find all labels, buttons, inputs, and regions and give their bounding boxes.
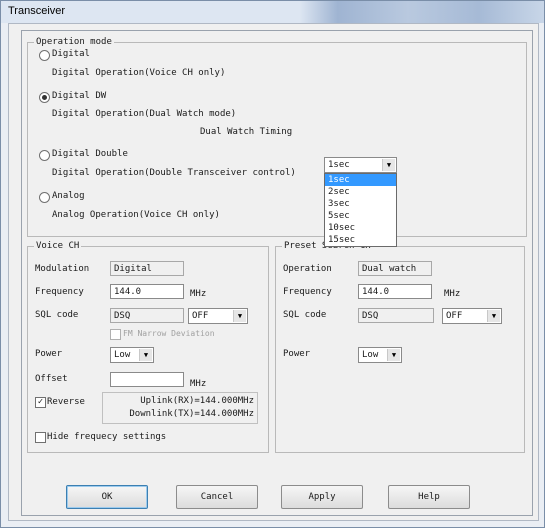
reverse-checkbox[interactable]: ✓: [35, 397, 46, 408]
operation-mode-group: Operation mode Digital Digital Operation…: [27, 37, 527, 237]
title-bar[interactable]: Transceiver: [1, 1, 544, 23]
fm-narrow-label: FM Narrow Deviation: [123, 329, 215, 338]
preset-frequency-unit: MHz: [444, 289, 461, 299]
preset-power-label: Power: [283, 349, 311, 359]
dual-watch-timing-select[interactable]: 1sec ▼: [324, 157, 397, 173]
modulation-label: Modulation: [35, 264, 90, 274]
dropdown-option[interactable]: 1sec: [325, 174, 396, 186]
preset-power-select-value: Low: [362, 350, 379, 360]
voice-sql-label: SQL code: [35, 310, 79, 320]
downlink-text: Downlink(TX)=144.000MHz: [129, 409, 254, 419]
dropdown-option[interactable]: 2sec: [325, 186, 396, 198]
chevron-down-icon[interactable]: ▼: [487, 310, 500, 322]
dropdown-option[interactable]: 15sec: [325, 234, 396, 246]
operation-field: Dual watch: [358, 261, 432, 276]
dropdown-option[interactable]: 3sec: [325, 198, 396, 210]
preset-sql-label: SQL code: [283, 310, 327, 320]
offset-label: Offset: [35, 374, 68, 384]
uplink-downlink-box: Uplink(RX)=144.000MHz Downlink(TX)=144.0…: [102, 392, 258, 424]
offset-input[interactable]: [110, 372, 184, 387]
hide-frequency-label[interactable]: Hide frequecy settings: [47, 432, 166, 442]
voice-frequency-label: Frequency: [35, 287, 84, 297]
offset-unit: MHz: [190, 379, 207, 389]
dropdown-option[interactable]: 10sec: [325, 222, 396, 234]
digital-dw-desc: Digital Operation(Dual Watch mode): [52, 109, 237, 119]
radio-digital-double-label[interactable]: Digital Double: [52, 149, 128, 159]
preset-sql-select-value: OFF: [446, 311, 463, 321]
voice-ch-group: Voice CH Modulation Digital Frequency 14…: [27, 241, 269, 453]
radio-digital-label[interactable]: Digital: [52, 49, 90, 59]
radio-digital[interactable]: [39, 50, 50, 61]
voice-ch-legend: Voice CH: [34, 241, 82, 251]
chevron-down-icon[interactable]: ▼: [139, 349, 152, 361]
ok-button[interactable]: OK: [66, 485, 148, 509]
radio-analog-label[interactable]: Analog: [52, 191, 85, 201]
radio-digital-dw-label[interactable]: Digital DW: [52, 91, 106, 101]
preset-sql-field: DSQ: [358, 308, 434, 323]
voice-frequency-unit: MHz: [190, 289, 207, 299]
preset-frequency-label: Frequency: [283, 287, 332, 297]
radio-digital-dw[interactable]: [39, 92, 50, 103]
voice-sql-select[interactable]: OFF ▼: [188, 308, 248, 324]
cancel-button[interactable]: Cancel: [176, 485, 258, 509]
operation-label: Operation: [283, 264, 332, 274]
voice-sql-field: DSQ: [110, 308, 184, 323]
radio-digital-double[interactable]: [39, 150, 50, 161]
uplink-text: Uplink(RX)=144.000MHz: [140, 396, 254, 406]
radio-analog[interactable]: [39, 192, 50, 203]
operation-mode-legend: Operation mode: [34, 37, 114, 47]
preset-sql-select[interactable]: OFF ▼: [442, 308, 502, 324]
digital-double-desc: Digital Operation(Double Transceiver con…: [52, 168, 296, 178]
dual-watch-timing-value: 1sec: [328, 160, 350, 170]
preset-search-group: Preset Search CH Operation Dual watch Fr…: [275, 241, 525, 453]
voice-power-select-value: Low: [114, 350, 131, 360]
voice-power-select[interactable]: Low ▼: [110, 347, 154, 363]
chevron-down-icon[interactable]: ▼: [382, 159, 395, 171]
analog-desc: Analog Operation(Voice CH only): [52, 210, 220, 220]
voice-power-label: Power: [35, 349, 63, 359]
voice-sql-select-value: OFF: [192, 311, 209, 321]
settings-panel: Operation mode Digital Digital Operation…: [21, 30, 533, 516]
preset-power-select[interactable]: Low ▼: [358, 347, 402, 363]
voice-frequency-input[interactable]: 144.0: [110, 284, 184, 299]
fm-narrow-checkbox[interactable]: [110, 329, 121, 340]
preset-frequency-input[interactable]: 144.0: [358, 284, 432, 299]
dual-watch-timing-dropdown: 1sec 2sec 3sec 5sec 10sec 15sec: [324, 173, 397, 247]
apply-button[interactable]: Apply: [281, 485, 363, 509]
chevron-down-icon[interactable]: ▼: [387, 349, 400, 361]
reverse-label[interactable]: Reverse: [47, 397, 85, 407]
dropdown-option[interactable]: 5sec: [325, 210, 396, 222]
transceiver-dialog: Transceiver Operation mode Digital Digit…: [0, 0, 545, 528]
help-button[interactable]: Help: [388, 485, 470, 509]
hide-frequency-checkbox[interactable]: [35, 432, 46, 443]
chevron-down-icon[interactable]: ▼: [233, 310, 246, 322]
dialog-client-area: Operation mode Digital Digital Operation…: [8, 23, 539, 521]
dual-watch-timing-label: Dual Watch Timing: [200, 127, 293, 137]
modulation-field: Digital: [110, 261, 184, 276]
digital-desc: Digital Operation(Voice CH only): [52, 68, 226, 78]
window-title: Transceiver: [8, 5, 66, 17]
